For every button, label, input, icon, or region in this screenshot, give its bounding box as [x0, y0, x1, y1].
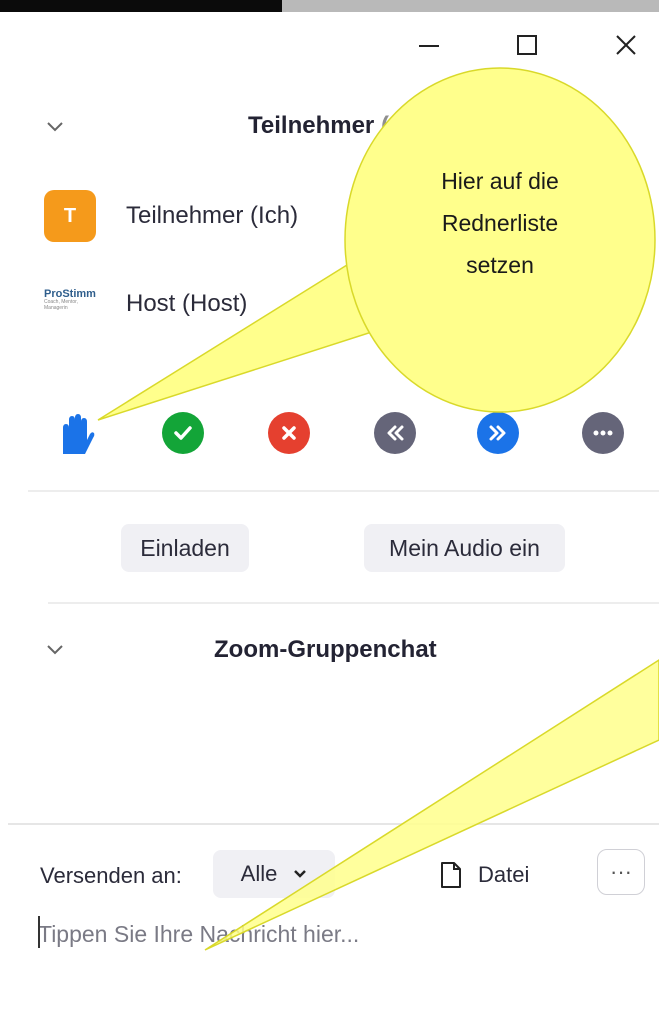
message-input[interactable] [38, 914, 628, 954]
callout-line: Rednerliste [441, 210, 559, 236]
more-reactions-button[interactable] [582, 412, 624, 454]
faster-button[interactable] [477, 412, 519, 454]
no-button[interactable] [268, 412, 310, 454]
file-button[interactable]: Datei [440, 858, 529, 892]
maximize-icon [517, 35, 537, 55]
yes-button[interactable] [162, 412, 204, 454]
participants-count: (2) [380, 112, 411, 139]
recipient-select[interactable]: Alle [213, 850, 335, 898]
participants-title: Teilnehmer (2) [248, 112, 410, 140]
rewind-icon [387, 425, 404, 441]
close-button[interactable] [611, 30, 641, 60]
raise-hand-icon[interactable] [55, 414, 95, 456]
x-icon [282, 426, 296, 440]
minimize-icon [419, 45, 439, 47]
video-icon[interactable] [592, 290, 630, 316]
host-avatar-logo: ProStimm Coach, Mentor, Managerin [44, 288, 102, 316]
check-icon [174, 426, 192, 440]
avatar: T [44, 190, 96, 242]
participant-name: Host (Host) [126, 290, 248, 317]
chevron-down-icon [294, 870, 307, 878]
file-icon [441, 862, 461, 888]
chat-title: Zoom-Gruppenchat [214, 636, 437, 663]
file-label: Datei [478, 862, 530, 887]
send-to-label: Versenden an: [40, 863, 182, 888]
participants-title-text: Teilnehmer [248, 112, 375, 139]
close-icon [616, 35, 636, 55]
audio-button[interactable]: Mein Audio ein [364, 524, 565, 572]
mic-muted-icon[interactable] [541, 285, 567, 317]
fast-forward-icon [489, 425, 506, 441]
title-strip-dark [0, 0, 282, 12]
minimize-button[interactable] [414, 30, 444, 60]
divider [28, 490, 659, 492]
invite-button[interactable]: Einladen [121, 524, 249, 572]
collapse-participants-chevron-icon[interactable] [46, 121, 64, 133]
title-strip-light [282, 0, 659, 12]
maximize-button[interactable] [512, 30, 542, 60]
ellipsis-icon [593, 430, 613, 436]
callout-line: setzen [466, 252, 534, 278]
callout-pointer [97, 258, 379, 421]
chat-pointer [204, 659, 659, 951]
recipient-value: Alle [240, 861, 278, 886]
text-caret [38, 916, 40, 948]
divider [48, 602, 659, 604]
slower-button[interactable] [374, 412, 416, 454]
logo-subtext: Coach, Mentor, Managerin [44, 299, 78, 311]
collapse-chat-chevron-icon[interactable] [46, 644, 64, 656]
callout-line: Hier auf die [441, 168, 559, 194]
divider [8, 823, 659, 825]
chat-more-button[interactable]: ··· [597, 849, 645, 895]
participant-name: Teilnehmer (Ich) [126, 202, 299, 229]
callout-text: Hier auf die Rednerliste setzen [395, 160, 605, 286]
